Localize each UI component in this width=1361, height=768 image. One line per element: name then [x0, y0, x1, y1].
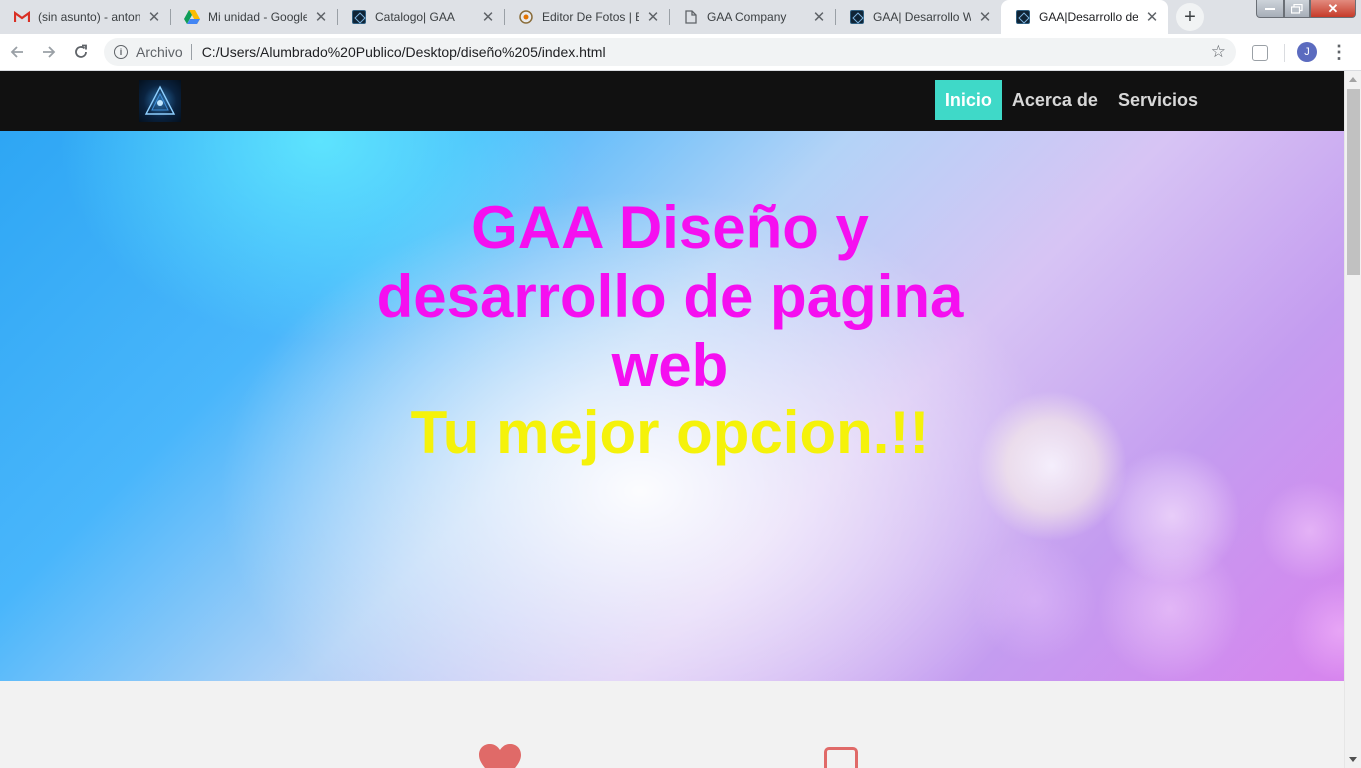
tab-gmail[interactable]: (sin asunto) - antonio ✕: [0, 0, 170, 34]
nav-link-inicio[interactable]: Inicio: [934, 80, 1002, 120]
hero-title-line: web: [611, 332, 729, 399]
address-bar[interactable]: i Archivo C:/Users/Alumbrado%20Publico/D…: [104, 38, 1236, 66]
tab-title: (sin asunto) - antonio: [38, 10, 140, 24]
profile-avatar[interactable]: J: [1297, 42, 1317, 62]
gaa-icon: [849, 9, 865, 25]
tab-title: GAA| Desarrollo Web: [873, 10, 971, 24]
toolbar-separator: [1284, 44, 1285, 62]
close-icon[interactable]: ✕: [811, 9, 827, 26]
scroll-up-icon[interactable]: [1349, 77, 1357, 82]
tab-title: GAA|Desarrollo de: [1039, 10, 1138, 24]
close-icon[interactable]: ✕: [480, 9, 496, 26]
nav-link-servicios[interactable]: Servicios: [1108, 80, 1208, 120]
minimize-icon: [1265, 7, 1275, 10]
tab-gaa-desarrollo-web[interactable]: GAA| Desarrollo Web ✕: [835, 0, 1001, 34]
page-scrollbar[interactable]: [1344, 71, 1361, 768]
extension-icon[interactable]: [1252, 45, 1268, 61]
gaa-logo-icon: [144, 85, 176, 115]
gaa-icon: [1015, 9, 1031, 25]
restore-icon: [1291, 3, 1303, 14]
tab-gaa-desarrollo-active[interactable]: GAA|Desarrollo de ✕: [1001, 0, 1168, 34]
arrow-right-icon: [43, 46, 56, 58]
more-menu-icon[interactable]: ⋮: [1330, 40, 1348, 64]
browser-toolbar: i Archivo C:/Users/Alumbrado%20Publico/D…: [0, 34, 1361, 71]
close-window-button[interactable]: ✕: [1310, 0, 1356, 18]
close-icon[interactable]: ✕: [1144, 9, 1160, 26]
tab-drive[interactable]: Mi unidad - Google Drive ✕: [170, 0, 337, 34]
site-nav-links: Inicio Acerca de Servicios: [934, 80, 1208, 120]
tab-gaa-company[interactable]: GAA Company ✕: [669, 0, 835, 34]
site-logo[interactable]: [139, 80, 181, 122]
info-icon[interactable]: i: [114, 45, 128, 59]
close-icon: ✕: [1327, 0, 1339, 16]
hero-title-line: GAA Diseño y: [471, 194, 869, 261]
gaa-icon: [351, 9, 367, 25]
nav-link-acerca-de[interactable]: Acerca de: [1002, 80, 1108, 120]
close-icon[interactable]: ✕: [977, 9, 993, 26]
bookmark-star-icon[interactable]: ☆: [1211, 42, 1226, 62]
tab-title: Editor De Fotos | Be: [542, 10, 639, 24]
forward-button[interactable]: [37, 40, 61, 64]
reload-icon: [75, 44, 87, 58]
photo-editor-icon: [518, 9, 534, 25]
address-divider: [190, 44, 192, 60]
tab-strip: (sin asunto) - antonio ✕ Mi unidad - Goo…: [0, 0, 1361, 34]
tab-editor-fotos[interactable]: Editor De Fotos | Be ✕: [504, 0, 669, 34]
hero-banner: GAA Diseño y desarrollo de pagina web Tu…: [0, 131, 1344, 681]
url-text[interactable]: C:/Users/Alumbrado%20Publico/Desktop/dis…: [202, 44, 606, 60]
scroll-down-icon[interactable]: [1349, 757, 1357, 762]
reload-button[interactable]: [69, 40, 93, 64]
site-navbar: Inicio Acerca de Servicios: [0, 71, 1344, 131]
drive-icon: [184, 9, 200, 25]
hero-title: GAA Diseño y desarrollo de pagina web: [0, 193, 1340, 400]
close-icon[interactable]: ✕: [146, 9, 162, 26]
document-icon: [683, 9, 699, 25]
new-tab-button[interactable]: +: [1176, 3, 1204, 31]
heart-icon: [479, 744, 521, 768]
minimize-button[interactable]: [1256, 0, 1284, 18]
square-icon: [824, 747, 858, 768]
close-icon[interactable]: ✕: [645, 9, 661, 26]
arrow-left-icon: [10, 46, 23, 58]
maximize-button[interactable]: [1284, 0, 1310, 18]
hero-title-line: desarrollo de pagina: [376, 263, 964, 330]
back-button[interactable]: [5, 40, 29, 64]
tab-catalogo[interactable]: Catalogo| GAA ✕: [337, 0, 504, 34]
scheme-label: Archivo: [136, 44, 183, 60]
tab-title: Catalogo| GAA: [375, 10, 455, 24]
close-icon[interactable]: ✕: [313, 9, 329, 26]
gmail-icon: [14, 9, 30, 25]
tab-title: GAA Company: [707, 10, 787, 24]
page-viewport: Inicio Acerca de Servicios GAA Diseño y …: [0, 71, 1344, 768]
tab-title: Mi unidad - Google Drive: [208, 10, 307, 24]
scrollbar-thumb[interactable]: [1347, 89, 1360, 275]
hero-subtitle: Tu mejor opcion.!!: [410, 399, 930, 466]
